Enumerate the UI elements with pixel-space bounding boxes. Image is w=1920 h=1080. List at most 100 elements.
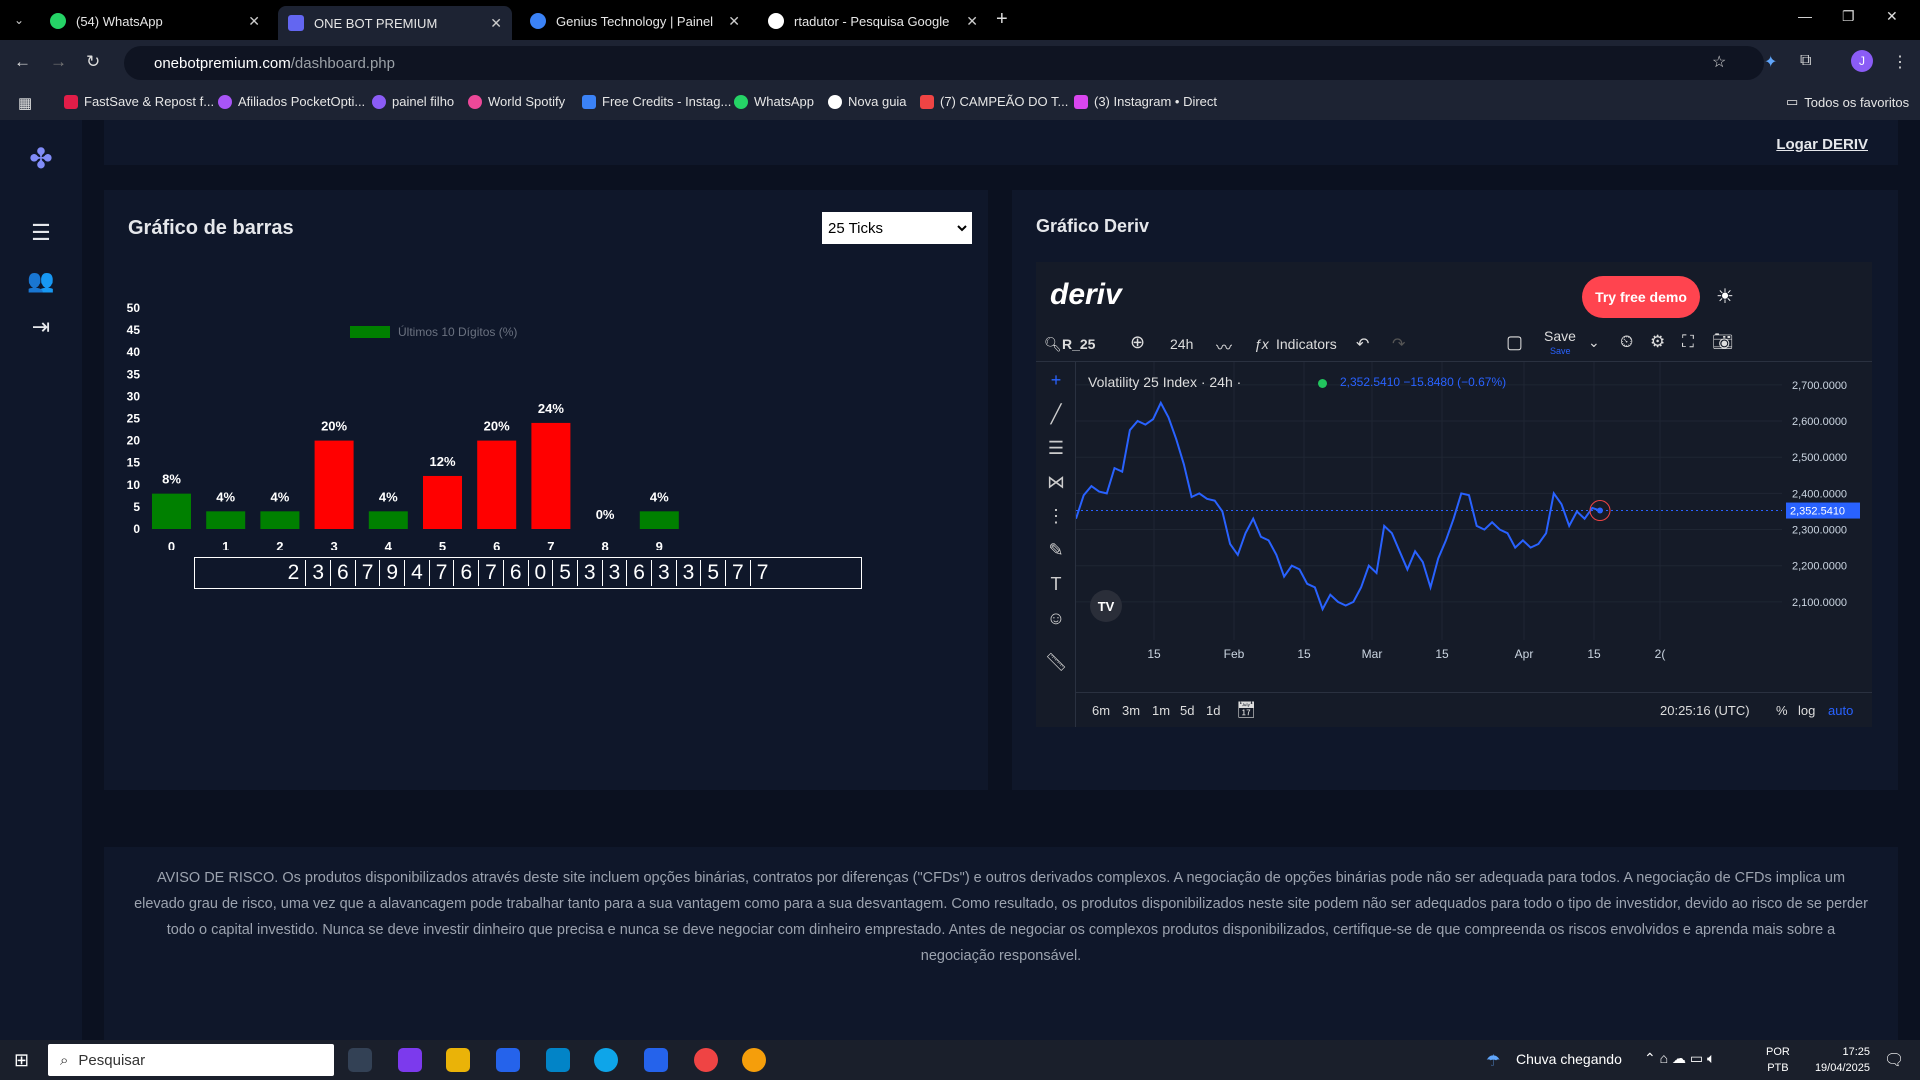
extension-icon[interactable]: ✦	[1764, 52, 1777, 72]
all-bookmarks[interactable]: ▭ Todos os favoritos	[1786, 94, 1909, 110]
bookmark-item[interactable]: FastSave & Repost f...	[64, 94, 214, 109]
tab-google-search[interactable]: rtadutor - Pesquisa Google ✕	[758, 6, 988, 36]
bar	[206, 511, 246, 529]
url-input[interactable]: onebotpremium.com/dashboard.php	[124, 46, 1764, 80]
users-icon[interactable]: 👥	[0, 268, 82, 294]
weather-text[interactable]: Chuva chegando	[1516, 1051, 1622, 1067]
close-window-icon[interactable]: ✕	[1886, 8, 1898, 25]
camera-icon[interactable]: 📷︎	[1712, 332, 1734, 352]
pattern-icon[interactable]: ⋈	[1036, 472, 1076, 493]
language-indicator[interactable]: POR PTB	[1766, 1044, 1790, 1076]
try-free-demo-button[interactable]: Try free demo	[1582, 276, 1700, 318]
chrome-icon[interactable]	[694, 1048, 718, 1072]
alert-icon[interactable]: ⏲	[1620, 332, 1633, 352]
minimize-icon[interactable]: —	[1798, 8, 1812, 24]
text-icon[interactable]: T	[1036, 574, 1076, 595]
compare-add-icon[interactable]: ⊕	[1130, 332, 1145, 353]
close-icon[interactable]: ✕	[248, 13, 260, 30]
bar-chart: Últimos 10 Dígitos (%)051015202530354045…	[127, 301, 679, 550]
theme-sun-icon[interactable]: ☀	[1716, 284, 1734, 309]
windows-start-icon[interactable]: ⊞	[14, 1050, 29, 1071]
weather-icon: ☂	[1486, 1053, 1501, 1070]
restore-icon[interactable]: ❐	[1842, 8, 1855, 25]
bookmark-item[interactable]: (3) Instagram • Direct	[1074, 94, 1217, 109]
layout-square-icon[interactable]: ▢	[1506, 332, 1523, 353]
chart-type-icon[interactable]: 〰	[1216, 334, 1232, 358]
clock-date: 19/04/2025	[1814, 1062, 1870, 1074]
copilot-icon[interactable]	[398, 1048, 422, 1072]
settings-icon[interactable]: ⚙	[1650, 332, 1665, 352]
period-1d[interactable]: 1d	[1206, 703, 1220, 718]
reload-icon[interactable]: ↻	[86, 52, 100, 72]
taskbar-search[interactable]: ⌕ Pesquisar	[48, 1044, 334, 1076]
emoji-icon[interactable]: ☺	[1036, 608, 1076, 629]
bookmark-item[interactable]: Afiliados PocketOpti...	[218, 94, 365, 109]
close-icon[interactable]: ✕	[728, 13, 740, 30]
log-toggle[interactable]: log	[1798, 703, 1815, 718]
logo-icon[interactable]: ✤	[0, 142, 82, 175]
profile-avatar[interactable]: J	[1851, 50, 1873, 72]
period-5d[interactable]: 5d	[1180, 703, 1194, 718]
menu-dots-icon[interactable]: ⋮	[1892, 52, 1908, 72]
trendline-icon[interactable]: ╱	[1036, 404, 1076, 425]
list-icon[interactable]: ☰	[0, 220, 82, 246]
fullscreen-icon[interactable]: ⛶	[1682, 332, 1694, 352]
ruler-icon[interactable]: 📏︎	[1036, 652, 1076, 673]
indicators-button[interactable]: Indicators	[1276, 336, 1337, 352]
calendar-icon[interactable]: 📅︎	[1236, 700, 1256, 720]
system-tray-icons[interactable]: ⌃ ⌂ ☁ ▭ 🔈︎	[1644, 1050, 1715, 1067]
prediction-icon[interactable]: ⋮	[1036, 506, 1076, 527]
login-deriv-link[interactable]: Logar DERIV	[1776, 136, 1868, 153]
star-icon[interactable]: ☆	[1712, 52, 1726, 72]
tab-one-bot-premium[interactable]: ONE BOT PREMIUM ✕	[278, 6, 512, 40]
auto-toggle[interactable]: auto	[1828, 703, 1853, 718]
logout-icon[interactable]: ⇥	[0, 314, 82, 340]
digit-cell: 4	[405, 560, 430, 586]
clock[interactable]: 17:25 19/04/2025	[1800, 1044, 1870, 1076]
redo-icon[interactable]: ↷	[1392, 334, 1405, 354]
period-3m[interactable]: 3m	[1122, 703, 1140, 718]
bookmark-label: Afiliados PocketOpti...	[238, 94, 366, 109]
brush-icon[interactable]: ✎	[1036, 540, 1076, 561]
search-icon[interactable]: 🔍︎	[1044, 336, 1062, 353]
fib-icon[interactable]: ☰	[1036, 438, 1076, 459]
chevron-down-icon[interactable]: ⌄	[1588, 334, 1600, 351]
tab-genius-technology[interactable]: Genius Technology | Painel ✕	[520, 6, 750, 36]
store-icon[interactable]	[496, 1048, 520, 1072]
period-6m[interactable]: 6m	[1092, 703, 1110, 718]
percent-toggle[interactable]: %	[1776, 703, 1788, 718]
outlook-icon[interactable]	[546, 1048, 570, 1072]
digit-cell: 2	[282, 560, 307, 586]
time-axis-label: Apr	[1515, 647, 1534, 661]
undo-icon[interactable]: ↶	[1356, 334, 1369, 354]
crosshair-icon[interactable]: +	[1036, 370, 1076, 391]
bookmark-item[interactable]: painel filho	[372, 94, 454, 109]
puzzle-icon[interactable]: ⧉	[1800, 52, 1811, 70]
task-view-icon[interactable]	[348, 1048, 372, 1072]
notification-icon[interactable]: 🗨︎	[1884, 1050, 1904, 1070]
close-icon[interactable]: ✕	[490, 15, 502, 32]
symbol-label[interactable]: R_25	[1062, 336, 1095, 352]
fx-icon: ƒx	[1254, 336, 1269, 352]
file-explorer-icon[interactable]	[446, 1048, 470, 1072]
bookmark-item[interactable]: (7) CAMPEÃO DO T...	[920, 94, 1068, 109]
period-1m[interactable]: 1m	[1152, 703, 1170, 718]
new-tab-icon[interactable]: +	[996, 8, 1008, 31]
forward-icon[interactable]: →	[50, 52, 67, 72]
save-button[interactable]: Save	[1544, 328, 1576, 344]
chrome-profile-icon[interactable]	[742, 1048, 766, 1072]
bookmark-item[interactable]: Nova guia	[828, 94, 907, 109]
bookmark-item[interactable]: Free Credits - Instag...	[582, 94, 731, 109]
tab-search-chevron-icon[interactable]: ⌄	[0, 0, 38, 40]
tab-whatsapp[interactable]: (54) WhatsApp ✕	[40, 6, 270, 36]
back-icon[interactable]: ←	[14, 52, 31, 72]
apps-grid-icon[interactable]: ▦	[18, 94, 32, 112]
bookmark-item[interactable]: WhatsApp	[734, 94, 814, 109]
close-icon[interactable]: ✕	[966, 13, 978, 30]
bookmark-item[interactable]: World Spotify	[468, 94, 565, 109]
edge-icon[interactable]	[594, 1048, 618, 1072]
bookmark-favicon	[1074, 94, 1088, 109]
interval-button[interactable]: 24h	[1170, 336, 1193, 352]
last-digits-strip: 23679476760533633577	[194, 557, 862, 589]
vscode-icon[interactable]	[644, 1048, 668, 1072]
